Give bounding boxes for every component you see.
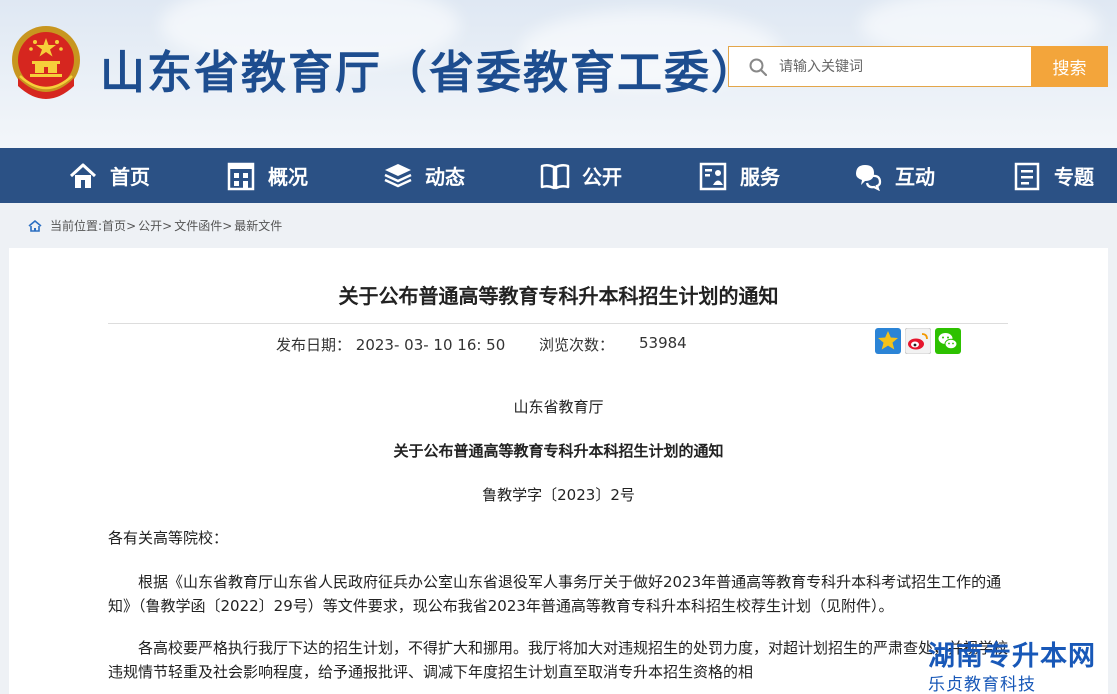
site-title: 山东省教育厅（省委教育工委） <box>100 46 759 99</box>
chat-icon <box>856 164 882 191</box>
nav-item-service[interactable]: 服务 <box>698 148 780 203</box>
nav-item-interact[interactable]: 互动 <box>853 148 935 203</box>
paragraph-1: 根据《山东省教育厅山东省人民政府征兵办公室山东省退役军人事务厅关于做好2023年… <box>108 573 1002 615</box>
nav-item-public[interactable]: 公开 <box>540 148 622 203</box>
nav-label: 互动 <box>895 165 935 189</box>
watermark: 湖南专升本网 乐贞教育科技 <box>925 632 1117 694</box>
salutation: 各有关高等院校： <box>108 529 229 547</box>
nav-item-topics[interactable]: 专题 <box>1012 148 1094 203</box>
article-subtitle: 关于公布普通高等教育专科升本科招生计划的通知 <box>393 442 724 460</box>
nav-label: 概况 <box>268 165 308 189</box>
nav-item-home[interactable]: 首页 <box>68 148 150 203</box>
publish-date-value: 2023- 03- 10 16: 50 <box>355 336 506 354</box>
issuer: 山东省教育厅 <box>513 398 604 416</box>
nav-item-overview[interactable]: 概况 <box>226 148 308 203</box>
main-nav: 首页 概况 动态 公开 服务 互动 专题 <box>0 148 1117 203</box>
search-icon <box>749 58 767 76</box>
views-count: 53984 <box>639 334 687 352</box>
nav-label: 服务 <box>740 165 780 189</box>
breadcrumb-latest[interactable]: 最新文件 <box>234 217 282 234</box>
layers-icon <box>384 163 412 187</box>
nav-item-news[interactable]: 动态 <box>383 148 465 203</box>
article-container: 关于公布普通高等教育专科升本科招生计划的通知 发布日期： 2023- 03- 1… <box>9 248 1108 694</box>
paragraph-2: 各高校要严格执行我厅下达的招生计划，不得扩大和挪用。我厅将加大对违规招生的处罚力… <box>108 639 1009 681</box>
breadcrumb-separator: > <box>222 218 233 233</box>
nav-label: 专题 <box>1054 165 1094 189</box>
breadcrumb: 当前位置: 首页 > 公开 > 文件函件 > 最新文件 <box>28 217 282 234</box>
book-icon <box>540 163 570 189</box>
search-box <box>728 46 1032 87</box>
watermark-main: 湖南专升本网 <box>928 641 1096 672</box>
document-icon <box>1014 162 1040 190</box>
publish-date: 发布日期： 2023- 03- 10 16: 50 <box>276 334 505 355</box>
document-number: 鲁教学字〔2023〕2号 <box>482 486 635 504</box>
title-divider <box>108 323 1008 324</box>
nav-label: 动态 <box>425 165 465 189</box>
national-emblem-icon <box>12 26 80 99</box>
views-label: 浏览次数： <box>539 336 615 354</box>
home-icon <box>69 163 97 188</box>
breadcrumb-separator: > <box>126 218 137 233</box>
watermark-sub: 乐贞教育科技 <box>928 675 1036 694</box>
breadcrumb-public[interactable]: 公开 <box>138 217 162 234</box>
service-icon <box>699 162 727 190</box>
breadcrumb-files[interactable]: 文件函件 <box>174 217 222 234</box>
nav-label: 首页 <box>110 165 150 189</box>
breadcrumb-separator: > <box>162 218 173 233</box>
qzone-icon[interactable] <box>875 328 901 354</box>
wechat-icon[interactable] <box>935 328 961 354</box>
breadcrumb-home[interactable]: 首页 <box>102 217 126 234</box>
search-button[interactable]: 搜索 <box>1031 46 1108 87</box>
search-input[interactable] <box>779 47 1029 86</box>
article-title: 关于公布普通高等教育专科升本科招生计划的通知 <box>338 284 779 308</box>
building-icon <box>227 162 255 190</box>
site-header: 山东省教育厅（省委教育工委） 搜索 <box>0 0 1117 148</box>
nav-label: 公开 <box>582 165 622 189</box>
publish-label: 发布日期： <box>276 336 352 354</box>
home-icon <box>28 219 42 232</box>
weibo-icon[interactable] <box>905 328 931 354</box>
breadcrumb-prefix: 当前位置: <box>50 219 103 233</box>
